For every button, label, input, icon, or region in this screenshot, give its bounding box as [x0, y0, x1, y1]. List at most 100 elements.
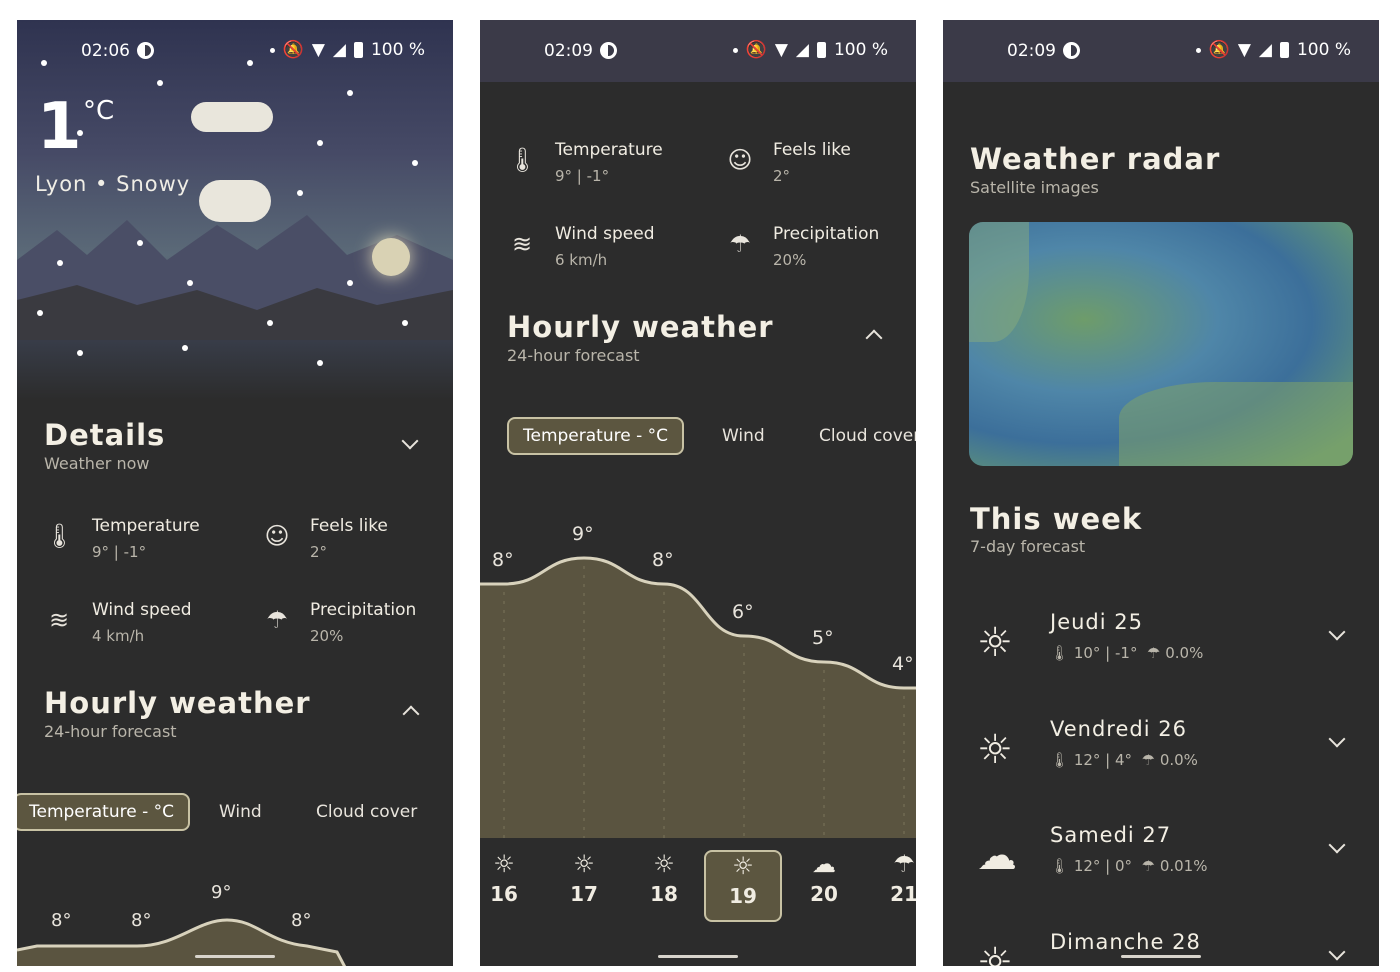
snowflake-icon [57, 260, 63, 266]
hour-item-selected[interactable]: ☼ 19 [704, 850, 782, 922]
hour-label: 21 [890, 882, 916, 906]
day-precip: 0.01% [1159, 857, 1208, 875]
day-temps: 12° | 0° [1073, 857, 1133, 875]
status-icons: 🔕 ▼ ◢ 100 % [732, 40, 888, 60]
tab-temperature[interactable]: Temperature - °C [17, 793, 190, 831]
chart-data-label: 8° [652, 549, 674, 571]
hourly-subtitle: 24-hour forecast [44, 722, 177, 741]
battery-icon [816, 42, 826, 58]
snowflake-icon [77, 350, 83, 356]
chevron-down-icon[interactable] [1328, 623, 1346, 641]
snowflake-icon [297, 190, 303, 196]
snowflake-icon [137, 240, 143, 246]
hour-item[interactable]: ☂ 21 [865, 850, 916, 922]
dnd-icon [600, 42, 617, 59]
detail-value: 20% [310, 627, 344, 645]
rain-icon: ☂ [893, 850, 915, 878]
day-name: Jeudi 25 [1050, 610, 1143, 634]
detail-label: Precipitation [773, 224, 880, 244]
detail-label: Precipitation [310, 600, 417, 620]
dnd-icon [1063, 42, 1080, 59]
snowflake-icon [317, 140, 323, 146]
chart-data-label: 9° [572, 523, 594, 545]
radar-land [969, 222, 1029, 342]
week-subtitle: 7-day forecast [970, 537, 1086, 556]
detail-value: 4 km/h [92, 627, 145, 645]
day-row[interactable]: ☁ Samedi 27 🌡 12° | 0° ☂ 0.01% [969, 823, 1353, 903]
battery-icon [353, 42, 363, 58]
hour-item[interactable]: ☼ 17 [545, 850, 623, 922]
chart-data-label: 6° [732, 601, 754, 623]
day-temps: 12° | 4° [1073, 751, 1133, 769]
details-title: Details [44, 418, 166, 452]
detail-label: Feels like [773, 140, 851, 160]
detail-value: 20% [773, 251, 807, 269]
signal-icon: ◢ [332, 40, 346, 60]
cloud-fog-icon: ☁ [812, 850, 836, 878]
hour-item[interactable]: ☼ 16 [480, 850, 543, 922]
hour-item[interactable]: ☁ 20 [785, 850, 863, 922]
day-summary: 🌡 12° | 0° ☂ 0.01% [1050, 857, 1208, 875]
sun-icon: ☼ [977, 727, 1013, 773]
chart-label: 8° [291, 910, 311, 931]
radar-title: Weather radar [970, 142, 1221, 176]
radar-land [1119, 382, 1353, 466]
tab-cloud-cover[interactable]: Cloud cover [316, 802, 417, 822]
battery-percent: 100 % [1296, 40, 1351, 60]
notification-dot-icon [269, 47, 275, 53]
sun-icon: ☼ [732, 852, 754, 880]
tab-cloud-cover[interactable]: Cloud cover [819, 426, 916, 446]
day-precip: 0.0% [1165, 644, 1204, 662]
current-temperature: 1 [37, 90, 82, 164]
tab-wind[interactable]: Wind [722, 426, 765, 446]
tab-wind[interactable]: Wind [219, 802, 262, 822]
day-row[interactable]: ☼ Vendredi 26 🌡 12° | 4° ☂ 0.0% [969, 717, 1353, 797]
chevron-up-icon[interactable] [402, 705, 420, 723]
wifi-icon: ▼ [1237, 40, 1251, 60]
detail-label: Wind speed [92, 600, 192, 620]
tab-temperature[interactable]: Temperature - °C [507, 417, 684, 455]
chevron-down-icon[interactable] [1328, 836, 1346, 854]
radar-map[interactable] [969, 222, 1353, 466]
temperature-unit: °C [83, 96, 115, 126]
chart-label: 8° [51, 910, 71, 931]
wifi-icon: ▼ [774, 40, 788, 60]
chevron-down-icon[interactable] [1328, 943, 1346, 961]
cloud-icon [191, 102, 273, 132]
gesture-nav-bar[interactable] [1121, 955, 1201, 958]
gesture-nav-bar[interactable] [195, 955, 275, 958]
chevron-down-icon[interactable] [1328, 730, 1346, 748]
chevron-up-icon[interactable] [865, 329, 883, 347]
week-title: This week [970, 502, 1143, 536]
status-bar: 02:09 🔕 ▼ ◢ 100 % [480, 20, 916, 82]
day-row[interactable]: ☼ Dimanche 28 [969, 930, 1353, 966]
location-condition: Lyon • Snowy [35, 172, 190, 196]
day-row[interactable]: ☼ Jeudi 25 🌡 10° | -1° ☂ 0.0% [969, 610, 1353, 690]
phone-screen-hourly: 02:09 🔕 ▼ ◢ 100 % 🌡 Temperature 9° | -1°… [480, 20, 916, 966]
detail-label: Wind speed [555, 224, 655, 244]
snowflake-icon [347, 280, 353, 286]
snowflake-icon [187, 280, 193, 286]
battery-percent: 100 % [833, 40, 888, 60]
day-summary: 🌡 10° | -1° ☂ 0.0% [1050, 644, 1204, 662]
hour-label: 16 [490, 882, 518, 906]
hour-label: 19 [729, 884, 757, 908]
snowflake-icon [182, 345, 188, 351]
chart-data-label: 8° [492, 549, 514, 571]
sun-icon: ☼ [977, 940, 1013, 966]
battery-percent: 100 % [370, 40, 425, 60]
detail-value: 6 km/h [555, 251, 608, 269]
battery-icon [1279, 42, 1289, 58]
radar-subtitle: Satellite images [970, 178, 1099, 197]
chevron-down-icon[interactable] [401, 432, 419, 450]
face-icon: ☺ [727, 146, 753, 174]
gesture-nav-bar[interactable] [658, 955, 738, 958]
hour-item[interactable]: ☼ 18 [625, 850, 703, 922]
snowflake-icon [317, 360, 323, 366]
signal-icon: ◢ [795, 40, 809, 60]
snowflake-icon [412, 160, 418, 166]
thermometer-icon: 🌡 [507, 146, 538, 174]
mute-icon: 🔕 [282, 40, 304, 60]
detail-value: 9° | -1° [92, 543, 147, 561]
hour-label: 17 [570, 882, 598, 906]
